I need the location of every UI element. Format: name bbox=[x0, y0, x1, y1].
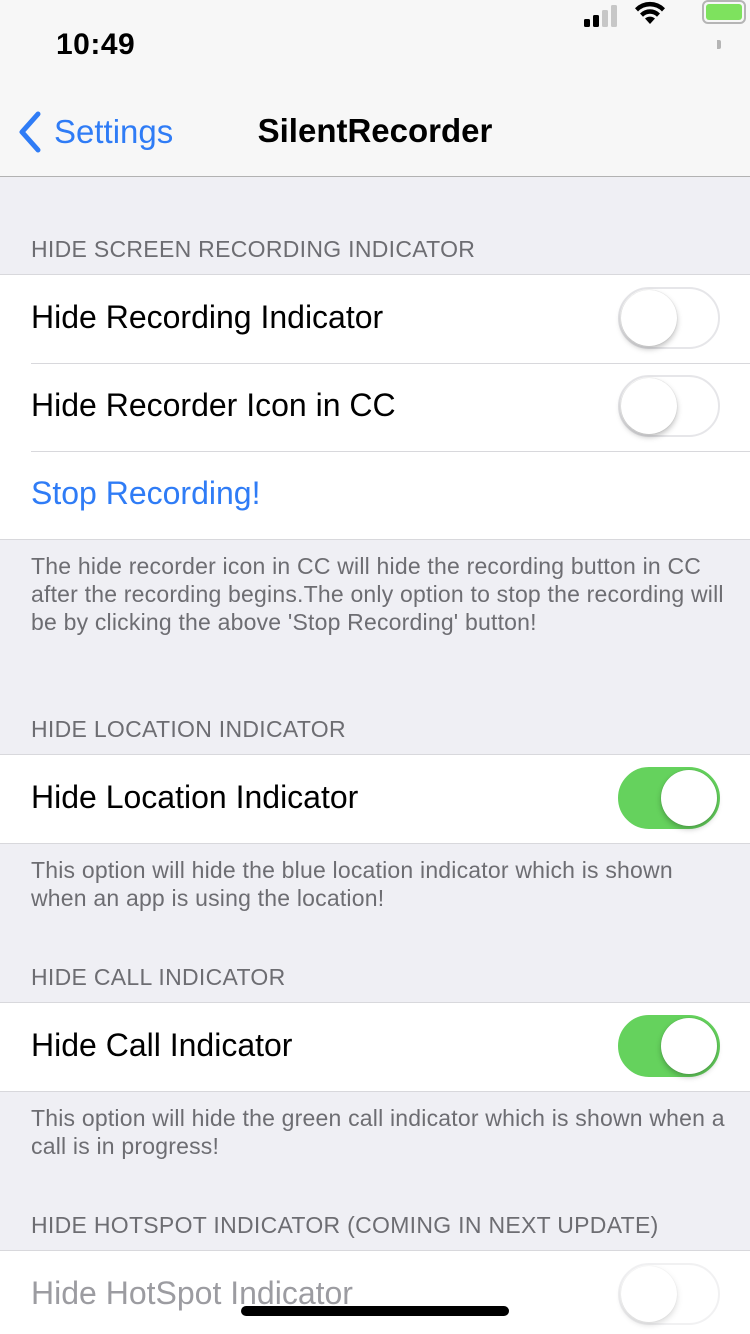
toggle-hide-recording-indicator[interactable] bbox=[618, 287, 720, 349]
status-time: 10:49 bbox=[56, 28, 136, 61]
stop-recording-button[interactable]: Stop Recording! bbox=[0, 451, 750, 539]
stop-recording-label: Stop Recording! bbox=[31, 475, 261, 511]
battery-icon bbox=[702, 0, 746, 24]
toggle-hide-recorder-icon-cc[interactable] bbox=[618, 375, 720, 437]
row-label: Hide Location Indicator bbox=[31, 779, 359, 815]
status-bar: 10:49 bbox=[0, 0, 750, 88]
toggle-knob bbox=[661, 1018, 717, 1074]
battery-cap bbox=[717, 40, 721, 49]
toggle-knob bbox=[661, 770, 717, 826]
wifi-icon bbox=[635, 1, 665, 24]
row-hide-hotspot-indicator: Hide HotSpot Indicator bbox=[0, 1251, 750, 1334]
toggle-hide-location-indicator[interactable] bbox=[618, 767, 720, 829]
page-title: SilentRecorder bbox=[257, 112, 493, 149]
section-header-screen-recording: HIDE SCREEN RECORDING INDICATOR bbox=[31, 236, 476, 262]
nav-bar: Settings SilentRecorder bbox=[0, 88, 750, 177]
footer-call: This option will hide the green call ind… bbox=[31, 1105, 725, 1159]
group-screen-recording: Hide Recording Indicator Hide Recorder I… bbox=[0, 274, 750, 540]
toggle-hide-call-indicator[interactable] bbox=[618, 1015, 720, 1077]
row-label: Hide Recorder Icon in CC bbox=[31, 387, 396, 423]
toggle-knob bbox=[621, 378, 677, 434]
cellular-signal-icon bbox=[584, 3, 620, 27]
toggle-hide-hotspot-indicator bbox=[618, 1263, 720, 1325]
row-label: Hide Recording Indicator bbox=[31, 299, 384, 335]
row-hide-location-indicator: Hide Location Indicator bbox=[0, 755, 750, 843]
group-location: Hide Location Indicator bbox=[0, 754, 750, 844]
toggle-knob bbox=[621, 290, 677, 346]
toggle-knob bbox=[621, 1266, 677, 1322]
home-indicator[interactable] bbox=[241, 1306, 509, 1316]
row-hide-recorder-icon-cc: Hide Recorder Icon in CC bbox=[0, 363, 750, 451]
row-hide-call-indicator: Hide Call Indicator bbox=[0, 1003, 750, 1091]
section-header-call: HIDE CALL INDICATOR bbox=[31, 964, 286, 990]
row-label: Hide Call Indicator bbox=[31, 1027, 293, 1063]
group-call: Hide Call Indicator bbox=[0, 1002, 750, 1092]
group-hotspot: Hide HotSpot Indicator bbox=[0, 1250, 750, 1334]
section-header-hotspot: HIDE HOTSPOT INDICATOR (COMING IN NEXT U… bbox=[31, 1212, 659, 1238]
section-header-location: HIDE LOCATION INDICATOR bbox=[31, 716, 346, 742]
row-hide-recording-indicator: Hide Recording Indicator bbox=[0, 275, 750, 363]
footer-screen-recording: The hide recorder icon in CC will hide t… bbox=[31, 553, 724, 635]
footer-location: This option will hide the blue location … bbox=[31, 857, 673, 911]
battery-level bbox=[706, 4, 742, 20]
